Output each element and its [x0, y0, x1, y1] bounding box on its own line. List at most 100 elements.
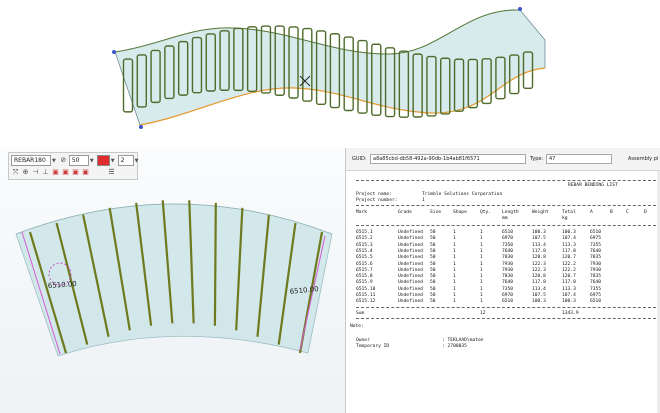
project-number-label: Project number: — [356, 198, 398, 203]
table-cell: 6970 — [502, 293, 514, 298]
table-cell: Undefined — [398, 255, 423, 261]
guid-label: GUID: — [352, 156, 367, 162]
remove-bar-icon[interactable]: ▣ — [81, 168, 90, 177]
table-cell: 1 — [480, 280, 483, 286]
table-cell: 1 — [453, 274, 456, 280]
table-cell: 6970 — [502, 236, 514, 242]
table-cell: 50 — [430, 261, 436, 267]
divider — [356, 225, 656, 226]
type-field[interactable]: 47 — [546, 154, 612, 164]
table-cell: 6510 — [590, 299, 602, 305]
temp-id-value: : 2708035 — [442, 344, 467, 349]
table-cell: 6515.1 — [356, 230, 373, 235]
table-cell: 107.4 — [562, 293, 576, 298]
table-cell: 6515.7 — [356, 267, 373, 273]
table-cell: 1 — [480, 236, 483, 242]
table-cell: 1 — [453, 236, 456, 242]
table-cell: 1 — [453, 261, 456, 267]
table-cell: 6515.9 — [356, 280, 373, 286]
column-header: A — [590, 210, 593, 215]
type-label: Type: — [530, 156, 544, 162]
table-cell: 50 — [430, 293, 436, 298]
project-name-value: Trimble Solutions Corporation — [422, 192, 503, 197]
table-cell: 122.2 — [562, 267, 576, 273]
table-cell: 7835 — [590, 255, 602, 261]
chevron-down-icon[interactable]: ▼ — [111, 158, 115, 164]
chevron-down-icon[interactable]: ▼ — [52, 158, 56, 164]
table-cell: 7350 — [502, 242, 514, 248]
table-cell: 50 — [430, 267, 436, 273]
report-viewer: GUID: a8a85cbd-db58-492a-90db-1b4ab81f65… — [345, 148, 660, 413]
ungroup-icon[interactable]: ▣ — [61, 168, 70, 177]
color-swatch[interactable] — [96, 155, 110, 166]
model-view-top[interactable] — [0, 0, 660, 148]
table-cell: 7640 — [502, 280, 514, 286]
group-icon[interactable]: ▣ — [51, 168, 60, 177]
project-number-value: 1 — [422, 198, 425, 203]
table-cell: 100.3 — [532, 230, 546, 235]
table-cell: 120.8 — [532, 255, 546, 261]
table-cell: 7350 — [502, 286, 514, 292]
column-unit: kg — [562, 216, 568, 221]
divider — [356, 318, 656, 319]
menu-icon[interactable]: ☰ — [107, 168, 116, 177]
table-cell: 6515.2 — [356, 236, 373, 242]
temp-id-label: Temporary ID — [356, 344, 390, 349]
table-cell: 1 — [480, 230, 483, 235]
table-cell: 6515.6 — [356, 261, 373, 267]
chevron-down-icon[interactable]: ▼ — [135, 158, 139, 164]
split-icon[interactable]: ⊥ — [41, 168, 50, 177]
angle-input[interactable]: 50 — [68, 155, 89, 166]
handle-point-end[interactable] — [139, 125, 143, 129]
table-cell: 7830 — [502, 274, 514, 280]
table-cell: 1 — [480, 248, 483, 254]
divider — [356, 205, 656, 206]
table-cell: 122.2 — [562, 261, 576, 267]
slab-rebar[interactable] — [213, 202, 217, 326]
table-cell: 7835 — [590, 274, 602, 280]
guid-field[interactable]: a8a85cbd-db58-492a-90db-1b4ab81f6571 — [370, 154, 526, 164]
table-cell: 50 — [430, 230, 436, 235]
count-input[interactable]: 2 — [117, 155, 134, 166]
zoom-icon[interactable]: ⊕ — [21, 168, 30, 177]
table-cell: 50 — [430, 248, 436, 254]
table-cell: 7830 — [502, 255, 514, 261]
add-bar-icon[interactable]: ▣ — [71, 168, 80, 177]
curved-wall-rebar-view[interactable] — [0, 0, 660, 148]
table-cell: 1 — [453, 230, 456, 235]
slab-rebar-view[interactable]: 6510.00 6510.00 — [0, 148, 345, 413]
table-cell: Undefined — [398, 248, 423, 254]
table-cell: 7640 — [502, 248, 514, 254]
profile-select[interactable]: REBAR180 — [11, 155, 51, 166]
handle-point-mid[interactable] — [518, 7, 522, 11]
table-cell: 120.8 — [532, 274, 546, 280]
sum-qty: 12 — [480, 311, 486, 316]
chevron-down-icon[interactable]: ▼ — [90, 158, 94, 164]
table-cell: 113.3 — [562, 242, 576, 248]
table-cell: 1 — [480, 255, 483, 261]
column-header: Shape — [453, 210, 467, 215]
note-label: Note: — [350, 324, 364, 329]
table-cell: Undefined — [398, 230, 423, 235]
table-cell: Undefined — [398, 299, 423, 305]
table-cell: 6510 — [502, 299, 514, 305]
table-cell: 6975 — [590, 236, 602, 242]
owner-value: : TEKLAAD\maton — [442, 338, 484, 343]
table-cell: 1 — [480, 261, 483, 267]
column-header: D — [644, 210, 647, 215]
model-view-slab[interactable]: 6510.00 6510.00 REBAR180 ▼ ⊘ 50 ▼ ▼ 2 ▼ … — [0, 148, 345, 413]
table-cell: 1 — [453, 267, 456, 273]
table-cell: 1 — [453, 299, 456, 305]
column-unit: mm — [502, 216, 508, 221]
table-cell: 1 — [453, 242, 456, 248]
table-cell: 1 — [480, 299, 483, 305]
table-cell: 1 — [480, 242, 483, 248]
align-icon[interactable]: ⊣ — [31, 168, 40, 177]
table-cell: 50 — [430, 274, 436, 280]
table-cell: 6515.12 — [356, 299, 376, 305]
handle-point-start[interactable] — [112, 50, 116, 54]
snap-icon[interactable]: ⤧ — [11, 168, 20, 177]
table-cell: 6975 — [590, 293, 602, 298]
table-cell: Undefined — [398, 293, 423, 298]
table-cell: Undefined — [398, 280, 423, 286]
